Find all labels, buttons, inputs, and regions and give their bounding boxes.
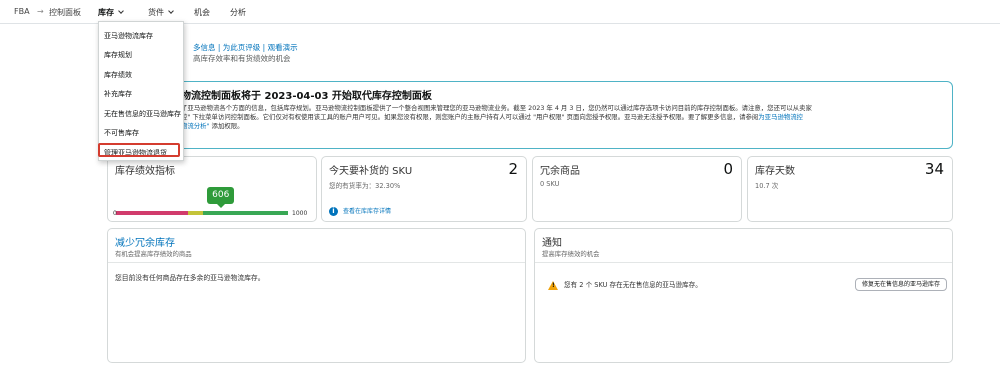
fix-stranded-inventory-button[interactable]: 修复无在售信息的亚马逊库存 xyxy=(854,278,947,291)
breadcrumb-arrow-icon: → xyxy=(37,7,44,16)
banner-body: 了亚马逊物流各个方面的信息，包括库存规划。亚马逊物流控制面板提供了一个整合视图来… xyxy=(181,104,943,132)
menu-item-highlight-box xyxy=(98,143,180,157)
gauge-min-label: 0 xyxy=(113,210,117,217)
menu-item-inventory-performance[interactable]: 库存绩效 xyxy=(104,70,132,80)
tab-shipments[interactable]: 货件 xyxy=(148,7,174,18)
header-links[interactable]: 多信息 | 为此页评级 | 观看演示 xyxy=(193,42,298,53)
notification-item: ! 您有 2 个 SKU 存在无在售信息的亚马逊库存。 xyxy=(548,279,702,290)
panel-divider xyxy=(535,262,952,263)
inventory-dropdown-menu: 亚马逊物流库存 库存规划 库存绩效 补充库存 无在售信息的亚马逊库存 不可售库存… xyxy=(98,21,184,161)
tab-inventory-label: 库存 xyxy=(98,8,114,17)
restock-subtitle: 您的有货率为：32.30% xyxy=(329,182,401,190)
restock-title: 今天要补货的 SKU xyxy=(329,166,413,177)
notifications-panel: 通知 提高库存绩效的机会 ! 您有 2 个 SKU 存在无在售信息的亚马逊库存。 … xyxy=(534,228,953,363)
tab-analytics[interactable]: 分析 xyxy=(230,7,246,18)
menu-item-restock[interactable]: 补充库存 xyxy=(104,89,132,99)
ipi-title: 库存绩效指标 xyxy=(115,166,175,177)
menu-item-stranded-inventory[interactable]: 无在售信息的亚马逊库存 xyxy=(104,109,181,119)
tab-shipments-label: 货件 xyxy=(148,8,164,17)
excess-value: 0 xyxy=(723,160,733,178)
announcement-banner: 物流控制面板将于 2023-04-03 开始取代库存控制面板 了亚马逊物流各个方… xyxy=(107,81,953,149)
notifications-description: 提高库存绩效的机会 xyxy=(542,250,600,258)
gauge-max-label: 1000 xyxy=(292,210,308,217)
days-subtitle: 10.7 次 xyxy=(755,182,779,190)
chevron-down-icon xyxy=(168,8,174,14)
panel-divider xyxy=(108,262,525,263)
ipi-score-bubble: 606 xyxy=(207,187,235,208)
menu-item-unfulfillable-inventory[interactable]: 不可售库存 xyxy=(104,128,139,138)
gauge-red-segment xyxy=(116,211,188,215)
restock-card[interactable]: 今天要补货的 SKU 2 您的有货率为：32.30% i 查看在库库存详情 xyxy=(321,156,527,222)
gauge-yellow-segment xyxy=(188,211,203,215)
tab-inventory[interactable]: 库存 xyxy=(98,7,127,24)
warning-icon: ! xyxy=(548,280,558,290)
reduce-excess-message: 您目前没有任何商品存在多余的亚马逊物流库存。 xyxy=(115,274,265,282)
restock-details-link[interactable]: i 查看在库库存详情 xyxy=(329,206,391,216)
banner-text-1: 了亚马逊物流各个方面的信息，包括库存规划。亚马逊物流控制面板提供了一个整合视图来… xyxy=(181,104,812,112)
banner-text-3: 添加权限。 xyxy=(209,122,244,131)
restock-details-label: 查看在库库存详情 xyxy=(343,208,392,215)
menu-item-inventory-planning[interactable]: 库存规划 xyxy=(104,50,132,60)
breadcrumb-fba[interactable]: FBA xyxy=(14,7,30,16)
reduce-excess-description: 有机会提高库存绩效的商品 xyxy=(115,250,192,258)
gauge-green-segment xyxy=(203,211,288,215)
banner-link-analytics[interactable]: 物流分析" xyxy=(181,122,210,130)
info-icon: i xyxy=(329,207,338,216)
chevron-down-icon xyxy=(118,8,124,14)
banner-title: 物流控制面板将于 2023-04-03 开始取代库存控制面板 xyxy=(181,91,432,102)
header-description: 高库存效率和有货绩效的机会 xyxy=(193,54,291,63)
days-title: 库存天数 xyxy=(755,166,795,177)
banner-link-dashboard[interactable]: 为亚马逊物流控 xyxy=(758,113,803,121)
excess-subtitle: 0 SKU xyxy=(540,180,560,188)
reduce-excess-panel: 减少冗余库存 有机会提高库存绩效的商品 您目前没有任何商品存在多余的亚马逊物流库… xyxy=(107,228,526,363)
days-of-supply-card[interactable]: 库存天数 34 10.7 次 xyxy=(747,156,953,222)
notification-message: 您有 2 个 SKU 存在无在售信息的亚马逊库存。 xyxy=(564,281,702,289)
notifications-title: 通知 xyxy=(542,238,562,249)
excess-card[interactable]: 冗余商品 0 0 SKU xyxy=(532,156,742,222)
menu-item-fba-inventory[interactable]: 亚马逊物流库存 xyxy=(104,31,153,41)
breadcrumb-dashboard[interactable]: 控制面板 xyxy=(49,7,81,18)
tab-opportunities[interactable]: 机会 xyxy=(194,7,210,18)
reduce-excess-title[interactable]: 减少冗余库存 xyxy=(115,234,175,249)
days-value: 34 xyxy=(924,160,944,178)
ipi-card: 库存绩效指标 606 0 1000 xyxy=(107,156,317,222)
banner-text-2: 控" 下拉菜单访问控制面板。它们仅对有权使用该工具的账户用户可见。如果您没有权限… xyxy=(181,113,759,122)
excess-title: 冗余商品 xyxy=(540,166,580,177)
restock-value: 2 xyxy=(508,160,518,178)
